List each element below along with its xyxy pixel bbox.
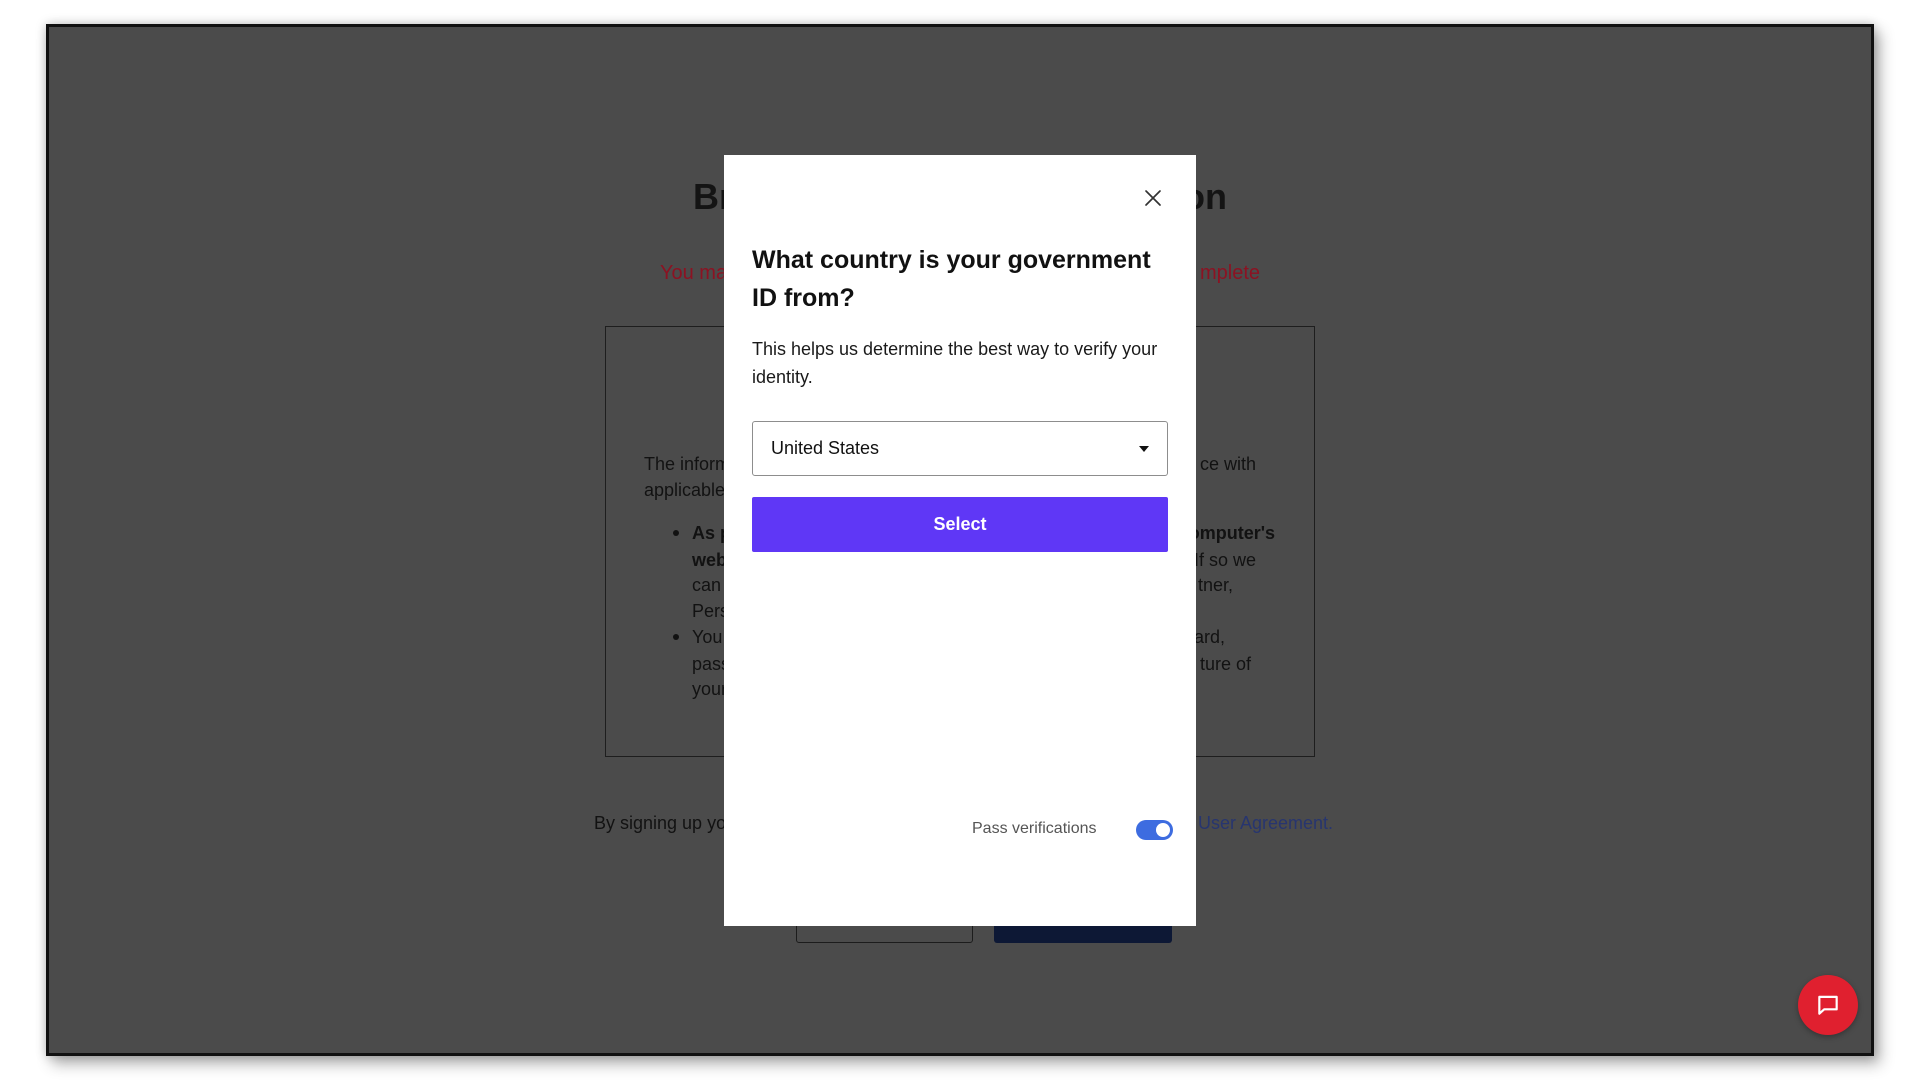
bullet-marker xyxy=(673,634,679,640)
country-select[interactable]: United States xyxy=(752,421,1168,476)
bullet-line-left: can xyxy=(692,575,722,595)
chat-icon xyxy=(1818,995,1838,1015)
modal-description: This helps us determine the best way to … xyxy=(752,339,1158,387)
info-intro-line-right: ce with xyxy=(1199,454,1256,474)
user-agreement-link: User Agreement. xyxy=(1198,813,1334,833)
bullet-line-left: web xyxy=(692,550,728,570)
pass-verifications-label: Pass verifications xyxy=(972,820,1097,837)
bullet-line-right: omputer's xyxy=(1188,523,1275,543)
bullet-line-right: ture of xyxy=(1199,654,1251,674)
select-button[interactable]: Select xyxy=(752,497,1168,552)
warning-text-right: mplete xyxy=(1199,262,1260,284)
country-select-modal: What country is your government ID from?… xyxy=(724,155,1196,926)
terms-text: By signing up yo xyxy=(594,813,727,833)
info-intro-line-left: The inform xyxy=(644,454,731,474)
caret-down-icon xyxy=(1139,446,1149,452)
modal-title: What country is your government ID from? xyxy=(752,246,1151,312)
chat-button[interactable] xyxy=(1798,975,1858,1035)
bullet-marker xyxy=(673,530,679,536)
bullet-line-left: your xyxy=(692,679,728,699)
country-select-value: United States xyxy=(771,438,880,458)
warning-text-left: You ma xyxy=(660,262,728,284)
close-icon xyxy=(1145,190,1161,206)
bullet-line-right: If so we xyxy=(1193,550,1256,570)
close-button[interactable] xyxy=(1137,182,1169,214)
bullet-line-right: tner, xyxy=(1197,575,1233,595)
bullet-line-right: ard, xyxy=(1193,627,1225,647)
toggle-knob xyxy=(1156,823,1170,837)
info-intro-line-left: applicable xyxy=(644,480,726,500)
bullet-line-left: You xyxy=(692,627,723,647)
pass-verifications-toggle[interactable] xyxy=(1136,820,1173,840)
